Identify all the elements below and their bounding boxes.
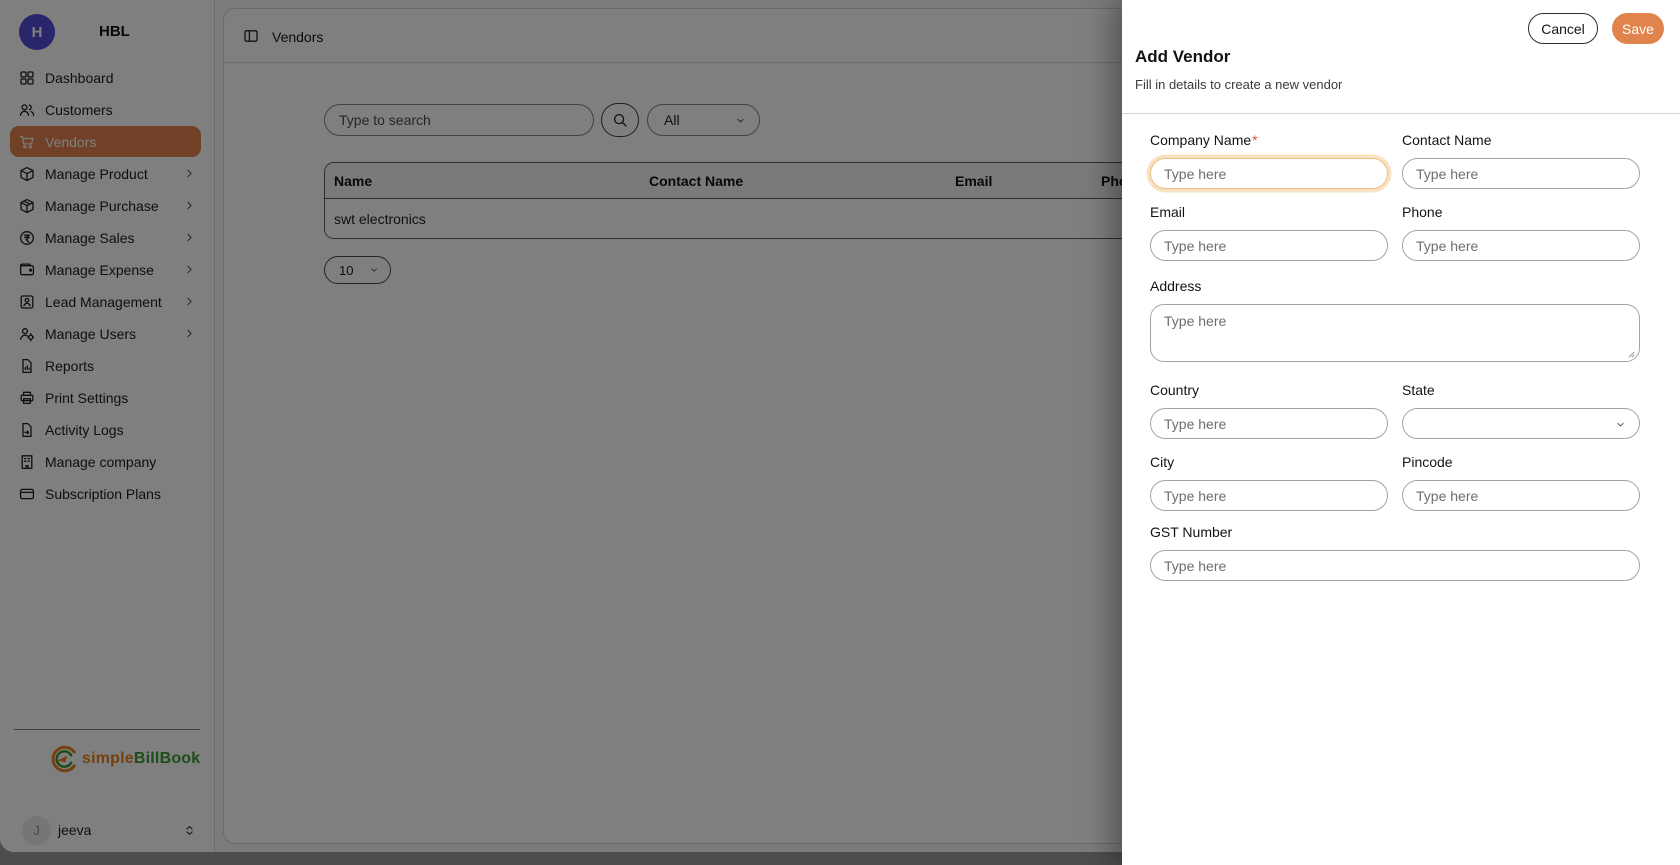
field-email: Email	[1150, 204, 1388, 261]
field-label: Pincode	[1402, 454, 1640, 471]
add-vendor-drawer: Cancel Save Add Vendor Fill in details t…	[1122, 0, 1680, 865]
email-input[interactable]	[1150, 230, 1388, 261]
field-label: Email	[1150, 204, 1388, 221]
country-input[interactable]	[1150, 408, 1388, 439]
contact-name-input[interactable]	[1402, 158, 1640, 189]
field-country: Country	[1150, 382, 1388, 439]
field-state: State	[1402, 382, 1640, 439]
field-city: City	[1150, 454, 1388, 511]
backdrop-overlay[interactable]	[0, 0, 1122, 865]
pincode-input[interactable]	[1402, 480, 1640, 511]
field-address: Address	[1150, 278, 1640, 362]
field-gst-number: GST Number	[1150, 524, 1640, 581]
field-label: State	[1402, 382, 1640, 399]
field-phone: Phone	[1402, 204, 1640, 261]
resize-handle-icon[interactable]	[1624, 347, 1635, 358]
save-button[interactable]: Save	[1612, 13, 1664, 44]
field-label: Phone	[1402, 204, 1640, 221]
drawer-subtitle: Fill in details to create a new vendor	[1135, 77, 1342, 92]
field-label: City	[1150, 454, 1388, 471]
phone-input[interactable]	[1402, 230, 1640, 261]
field-label: Company Name	[1150, 132, 1251, 148]
field-label: Country	[1150, 382, 1388, 399]
field-company-name: Company Name*	[1150, 132, 1388, 189]
required-asterisk: *	[1252, 132, 1257, 148]
city-input[interactable]	[1150, 480, 1388, 511]
cancel-button[interactable]: Cancel	[1528, 13, 1598, 44]
field-label: Contact Name	[1402, 132, 1640, 149]
address-textarea[interactable]	[1150, 304, 1640, 362]
gst-number-input[interactable]	[1150, 550, 1640, 581]
field-label: GST Number	[1150, 524, 1640, 541]
state-select[interactable]	[1402, 408, 1640, 439]
drawer-divider	[1122, 113, 1680, 114]
chevron-down-icon	[1615, 419, 1626, 430]
screen: H HBL Dashboard Customers Vendors	[0, 0, 1680, 865]
field-contact-name: Contact Name	[1402, 132, 1640, 189]
field-label: Address	[1150, 278, 1640, 295]
company-name-input[interactable]	[1150, 158, 1388, 189]
drawer-title: Add Vendor	[1135, 47, 1230, 67]
field-pincode: Pincode	[1402, 454, 1640, 511]
